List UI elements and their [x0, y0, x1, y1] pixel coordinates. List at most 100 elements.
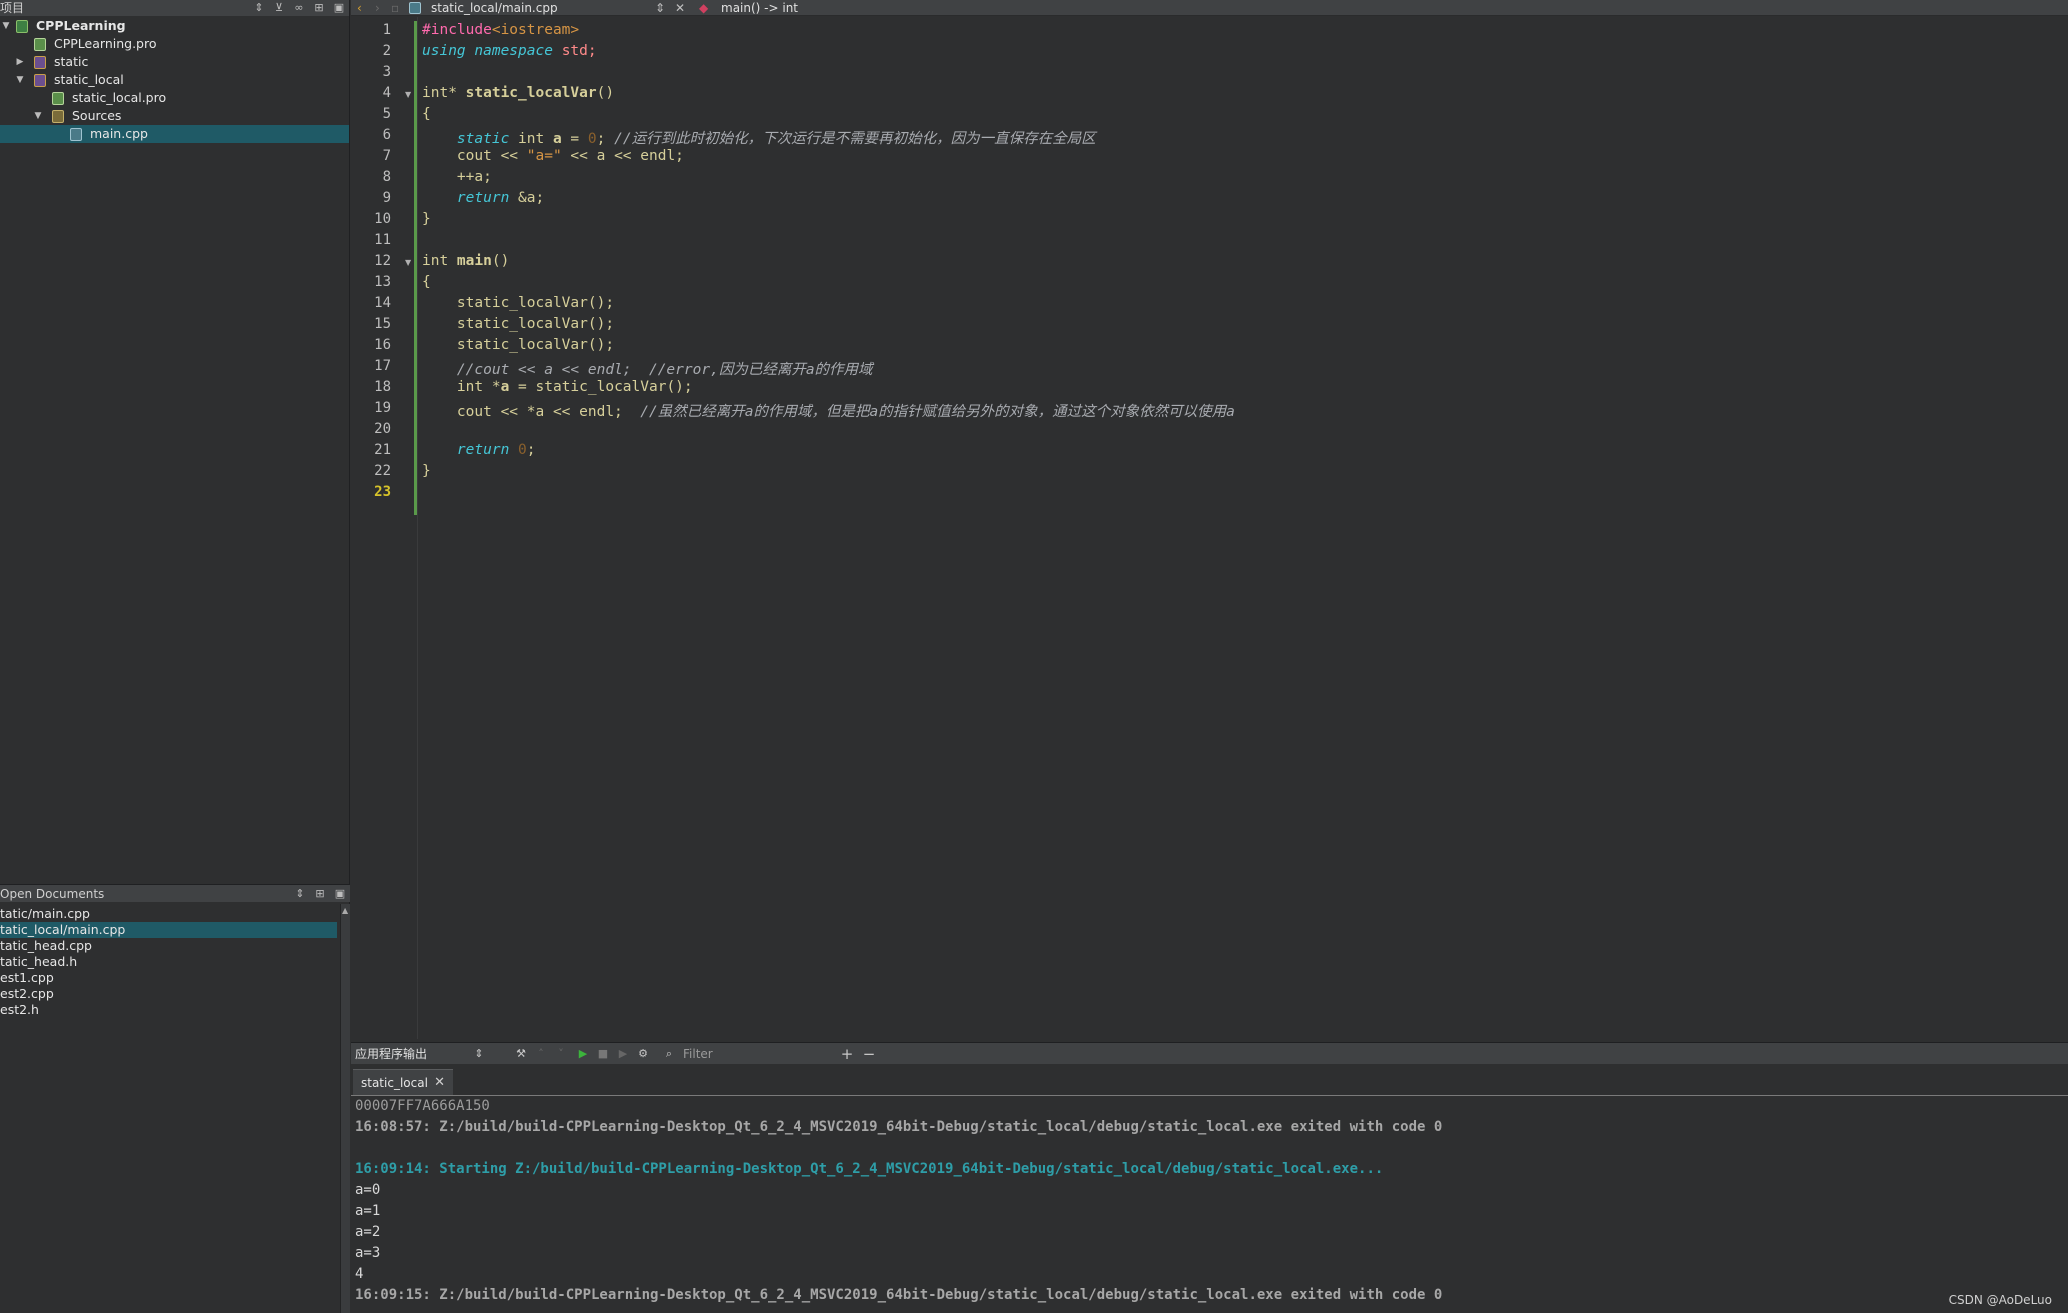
tree-item-label: static_local — [54, 72, 124, 87]
line-number: 4 — [382, 85, 391, 101]
link-icon[interactable]: ∞ — [291, 0, 307, 16]
stop-icon[interactable]: ■ — [595, 1046, 611, 1062]
tree-item-cpplearning-pro[interactable]: CPPLearning.pro — [0, 35, 349, 53]
code-token: ; — [596, 131, 615, 147]
next-item-icon[interactable]: ˅ — [553, 1046, 569, 1062]
chevron-down-icon[interactable]: ▼ — [32, 107, 44, 125]
code-line: static_localVar(); — [422, 295, 614, 311]
list-item[interactable]: tatic/main.cpp — [0, 906, 337, 922]
split-icon[interactable]: ⊞ — [312, 886, 328, 902]
zoom-in-icon[interactable]: + — [839, 1046, 855, 1062]
output-selector-icon[interactable]: ⇕ — [471, 1046, 487, 1062]
tree-item-static-local[interactable]: ▼ static_local — [0, 71, 349, 89]
chevron-right-icon[interactable]: ▶ — [14, 53, 26, 71]
code-token: &a; — [509, 190, 545, 206]
tree-item-label: main.cpp — [90, 126, 148, 141]
code-token: using — [422, 43, 466, 59]
code-comment: //运行到此时初始化，下次运行是不需要再初始化，因为一直保存在全局区 — [614, 131, 1096, 147]
gear-icon[interactable]: ⚙ — [635, 1046, 651, 1062]
code-token: a — [500, 379, 510, 395]
code-line: int *a = static_localVar(); — [422, 379, 693, 395]
tree-item-static-local-pro[interactable]: static_local.pro — [0, 89, 349, 107]
zoom-out-icon[interactable]: − — [861, 1046, 877, 1062]
view-selector-icon[interactable]: ⇕ — [251, 0, 267, 16]
filter-icon[interactable]: ⊻ — [271, 0, 287, 16]
tree-item-static[interactable]: ▶ static — [0, 53, 349, 71]
code-line: return 0; — [422, 442, 536, 458]
code-token: static — [456, 131, 510, 147]
output-line: 16:09:14: Starting Z:/build/build-CPPLea… — [355, 1161, 1384, 1177]
code-editor[interactable]: #include<iostream> using namespace std; … — [419, 17, 2068, 1039]
line-number: 11 — [374, 232, 391, 248]
code-line: static_localVar(); — [422, 316, 614, 332]
code-token: () — [596, 85, 615, 101]
document-path[interactable]: static_local/main.cpp — [431, 0, 558, 16]
close-pane-icon[interactable]: ▣ — [331, 0, 347, 16]
run-debug-icon[interactable]: ▶ — [615, 1046, 631, 1062]
code-token: return — [456, 190, 510, 206]
line-number: 18 — [374, 379, 391, 395]
document-dropdown-icon[interactable]: ⇕ — [655, 0, 665, 16]
view-selector-icon[interactable]: ⇕ — [292, 886, 308, 902]
filter-input[interactable]: Filter — [683, 1046, 833, 1062]
close-pane-icon[interactable]: ▣ — [332, 886, 348, 902]
output-toolbar: 应用程序输出 ⇕ ⚒ ˄ ˅ ▶ ■ ▶ ⚙ ⌕ Filter + − — [351, 1042, 2068, 1064]
application-output[interactable]: 00007FF7A666A150 16:08:57: Z:/build/buil… — [351, 1098, 2068, 1313]
watermark: CSDN @AoDeLuo — [1948, 1293, 2052, 1307]
code-line: { — [422, 274, 431, 290]
output-line: a=2 — [355, 1224, 381, 1240]
code-token: int* — [422, 85, 466, 101]
open-documents-scrollbar[interactable]: ▲ — [340, 904, 350, 1313]
code-token: static_localVar(); — [456, 316, 615, 332]
subproject-icon — [34, 56, 46, 69]
left-sidebar: 项目 ⇕ ⊻ ∞ ⊞ ▣ ▼ CPPLearning CPPLearning.p… — [0, 0, 350, 1313]
tab-static-local[interactable]: static_local ✕ — [353, 1069, 453, 1095]
line-number: 2 — [382, 43, 391, 59]
code-line: return &a; — [422, 190, 544, 206]
run-icon[interactable]: ▶ — [575, 1046, 591, 1062]
close-icon[interactable]: ✕ — [434, 1070, 445, 1096]
output-line: a=0 — [355, 1182, 381, 1198]
chevron-down-icon[interactable]: ▼ — [14, 71, 26, 89]
previous-item-icon[interactable]: ˄ — [533, 1046, 549, 1062]
code-line: } — [422, 463, 431, 479]
output-line: 16:09:15: Z:/build/build-CPPLearning-Des… — [355, 1287, 1443, 1303]
symbol-selector[interactable]: main() -> int — [721, 0, 798, 16]
tree-item-cpplearning[interactable]: ▼ CPPLearning — [0, 17, 349, 35]
code-line: //cout << a << endl; //error,因为已经离开a的作用域 — [422, 358, 873, 379]
line-number: 8 — [382, 169, 391, 185]
list-item[interactable]: est2.h — [0, 1002, 337, 1018]
code-token: static_localVar(); — [456, 337, 615, 353]
code-token: cout << — [456, 148, 527, 164]
code-token: cout << *a << endl; — [456, 404, 641, 420]
list-item[interactable]: tatic_head.h — [0, 954, 337, 970]
back-arrow-icon[interactable]: ‹ — [357, 0, 362, 16]
chevron-down-icon[interactable]: ▼ — [0, 17, 12, 35]
forward-arrow-icon[interactable]: › — [375, 0, 380, 16]
tree-item-label: static_local.pro — [72, 90, 167, 105]
code-token: std; — [561, 43, 597, 59]
cpp-file-icon — [409, 2, 421, 14]
close-document-icon[interactable]: ✕ — [675, 0, 685, 16]
code-token: ; — [526, 442, 536, 458]
fold-marker-icon[interactable]: ▼ — [405, 90, 411, 99]
code-line: cout << *a << endl; //虽然已经离开a的作用域，但是把a的指… — [422, 400, 1235, 421]
subproject-icon — [34, 74, 46, 87]
scroll-up-icon[interactable]: ▲ — [342, 906, 348, 915]
list-item[interactable]: tatic_head.cpp — [0, 938, 337, 954]
tree-item-label: Sources — [72, 108, 122, 123]
list-item[interactable]: est1.cpp — [0, 970, 337, 986]
output-line: 4 — [355, 1266, 364, 1282]
list-item[interactable]: tatic_local/main.cpp — [0, 922, 337, 938]
tree-item-sources[interactable]: ▼ Sources — [0, 107, 349, 125]
open-documents-panel: Open Documents ⇕ ⊞ ▣ tatic/main.cpp tati… — [0, 884, 350, 1313]
tree-item-main-cpp[interactable]: main.cpp — [0, 125, 349, 143]
fold-marker-icon[interactable]: ▼ — [405, 258, 411, 267]
code-line: using namespace std; — [422, 43, 597, 59]
list-item[interactable]: est2.cpp — [0, 986, 337, 1002]
code-line: int* static_localVar() — [422, 85, 614, 101]
split-icon[interactable]: ⊞ — [311, 0, 327, 16]
code-comment: //cout << a << endl; //error,因为已经离开a的作用域 — [456, 362, 873, 378]
line-number: 14 — [374, 295, 391, 311]
attach-debugger-icon[interactable]: ⚒ — [513, 1046, 529, 1062]
